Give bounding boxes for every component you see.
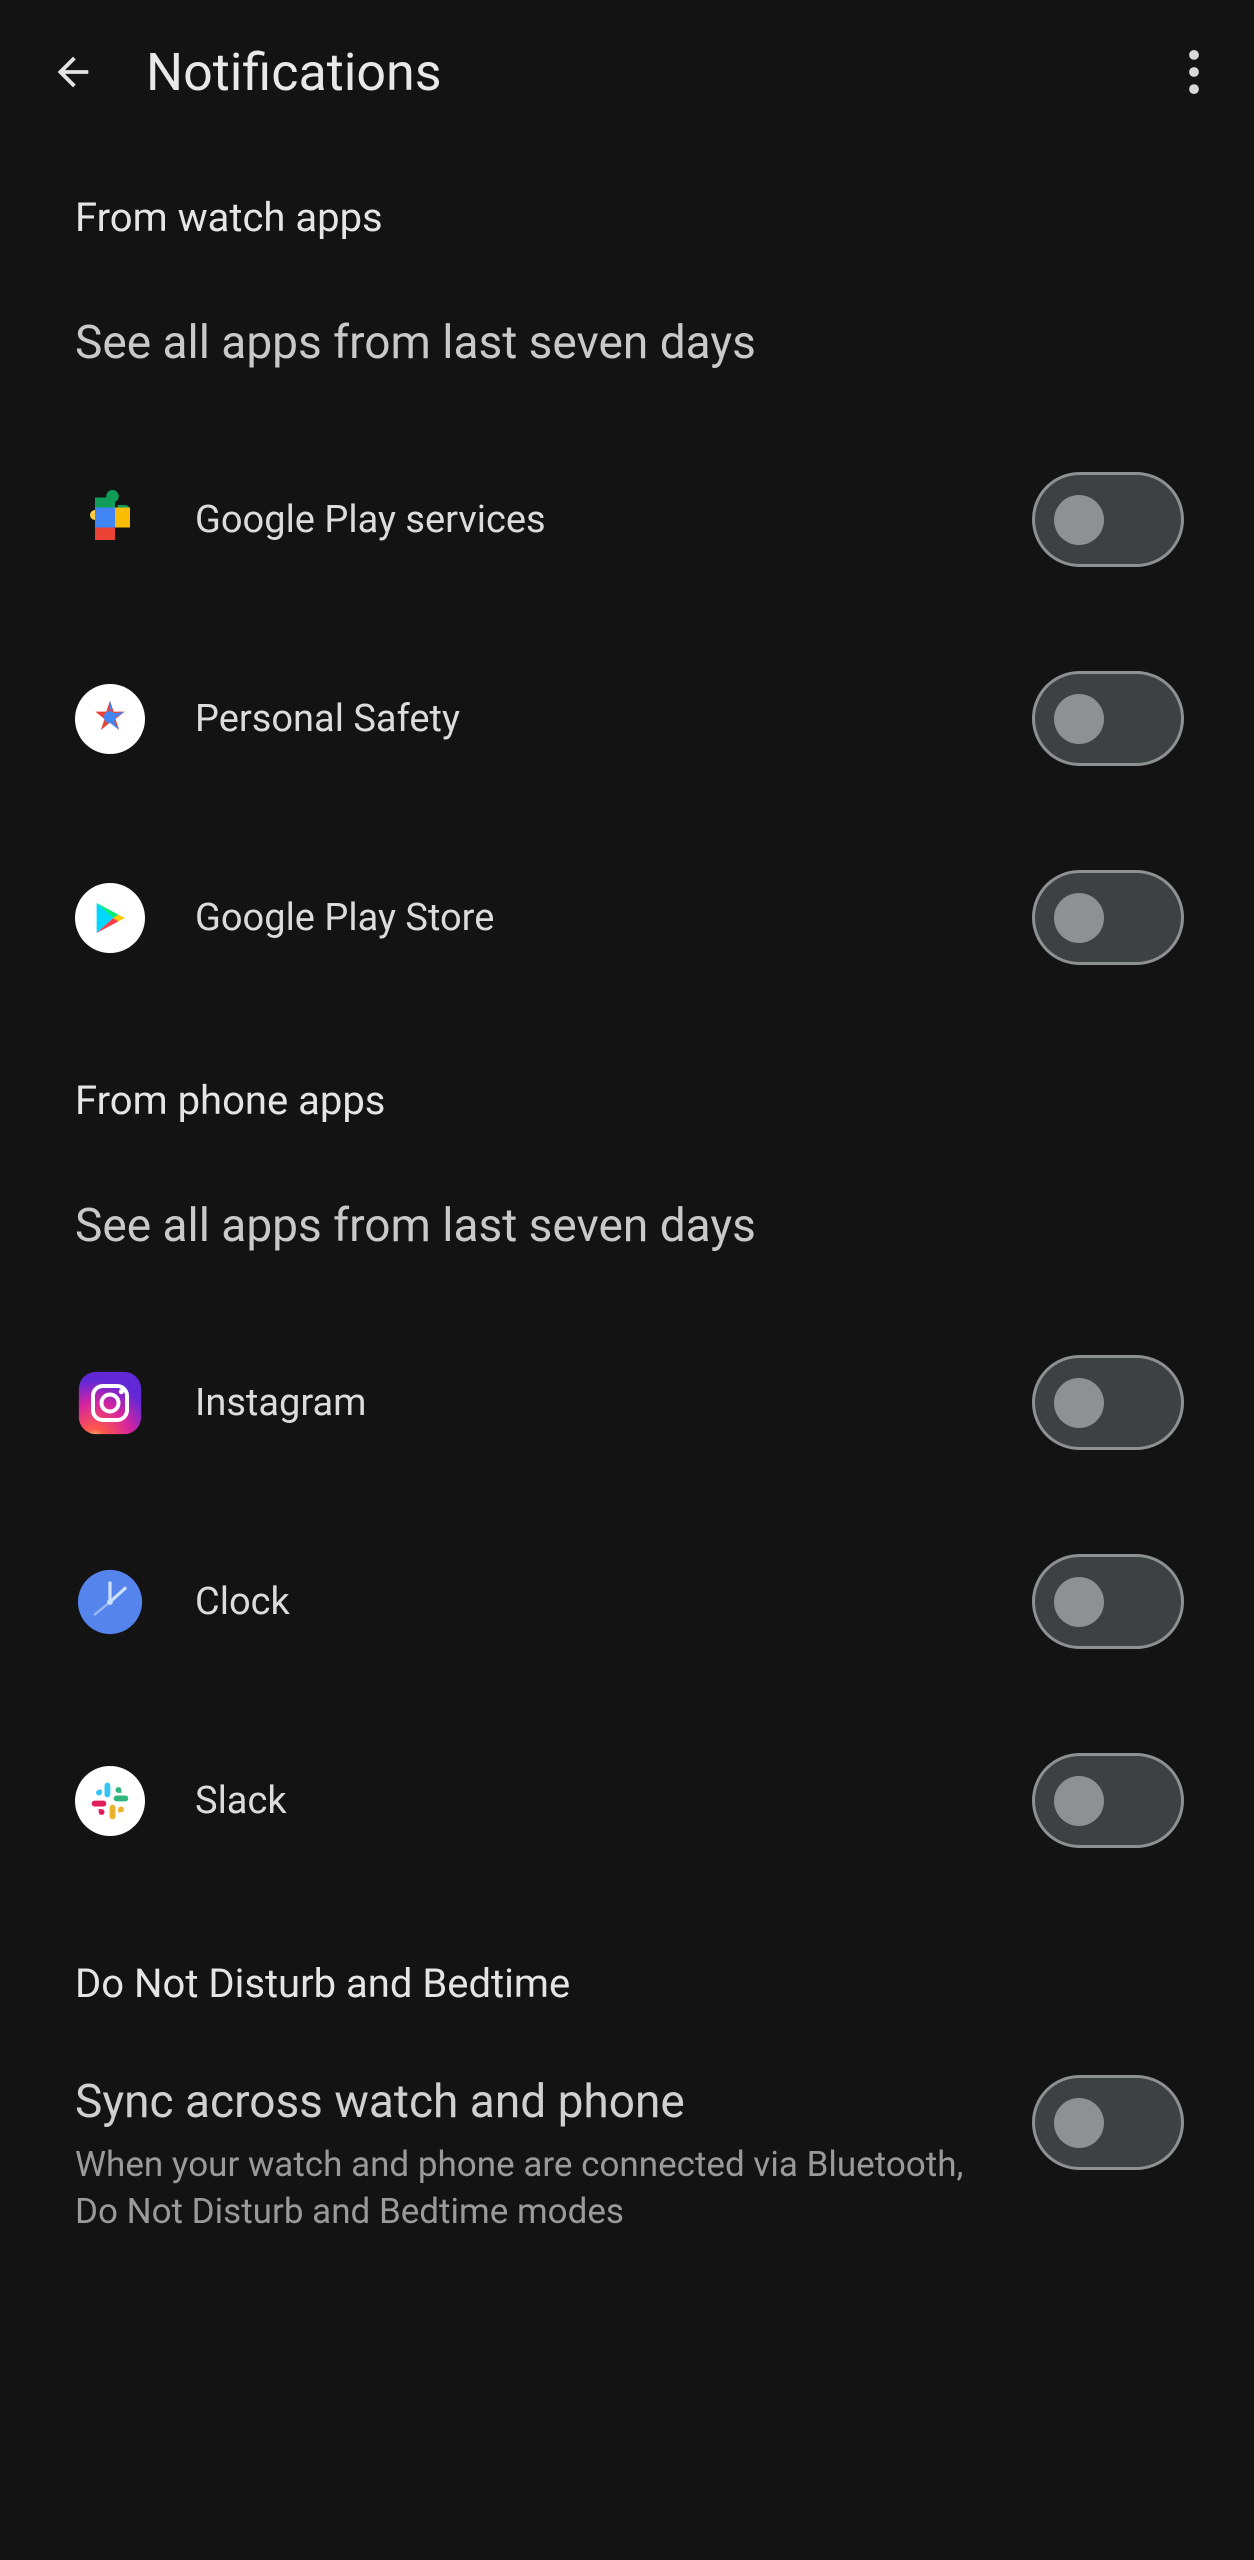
sync-description: When your watch and phone are connected …	[75, 2141, 992, 2236]
clock-icon	[75, 1567, 145, 1637]
more-vert-icon	[1189, 50, 1199, 94]
google-play-services-icon	[75, 485, 145, 555]
toggle-thumb	[1054, 694, 1104, 744]
toggle-thumb	[1054, 1776, 1104, 1826]
slack-icon	[75, 1766, 145, 1836]
instagram-icon	[75, 1368, 145, 1438]
app-row-slack[interactable]: Slack	[0, 1701, 1254, 1900]
page-title: Notifications	[146, 42, 1129, 103]
app-name-label: Google Play services	[195, 498, 982, 542]
app-name-label: Personal Safety	[195, 697, 982, 741]
toggle-thumb	[1054, 495, 1104, 545]
toggle-sync[interactable]	[1032, 2075, 1184, 2170]
see-all-watch-apps-link[interactable]: See all apps from last seven days	[0, 271, 1254, 420]
app-row-instagram[interactable]: Instagram	[0, 1303, 1254, 1502]
toggle-google-play-store[interactable]	[1032, 870, 1184, 965]
toggle-instagram[interactable]	[1032, 1355, 1184, 1450]
toggle-thumb	[1054, 2098, 1104, 2148]
app-row-google-play-store[interactable]: Google Play Store	[0, 818, 1254, 1017]
google-play-store-icon	[75, 883, 145, 953]
section-watch-apps-label: From watch apps	[0, 134, 1254, 271]
app-row-google-play-services[interactable]: Google Play services	[0, 420, 1254, 619]
arrow-left-icon	[50, 49, 96, 95]
toggle-google-play-services[interactable]	[1032, 472, 1184, 567]
see-all-phone-apps-link[interactable]: See all apps from last seven days	[0, 1154, 1254, 1303]
personal-safety-icon	[75, 684, 145, 754]
app-row-clock[interactable]: Clock	[0, 1502, 1254, 1701]
toggle-clock[interactable]	[1032, 1554, 1184, 1649]
section-phone-apps-label: From phone apps	[0, 1017, 1254, 1154]
sync-text-block: Sync across watch and phone When your wa…	[75, 2075, 992, 2236]
toggle-slack[interactable]	[1032, 1753, 1184, 1848]
app-name-label: Google Play Store	[195, 896, 982, 940]
app-name-label: Instagram	[195, 1381, 982, 1425]
section-dnd-bedtime-label: Do Not Disturb and Bedtime	[0, 1900, 1254, 2037]
app-row-personal-safety[interactable]: Personal Safety	[0, 619, 1254, 818]
toggle-thumb	[1054, 1577, 1104, 1627]
back-button[interactable]	[50, 49, 96, 95]
sync-setting-row[interactable]: Sync across watch and phone When your wa…	[0, 2037, 1254, 2236]
overflow-menu-button[interactable]	[1179, 40, 1209, 104]
toggle-thumb	[1054, 1378, 1104, 1428]
toggle-thumb	[1054, 893, 1104, 943]
app-name-label: Clock	[195, 1580, 982, 1624]
toggle-personal-safety[interactable]	[1032, 671, 1184, 766]
sync-title: Sync across watch and phone	[75, 2075, 992, 2129]
header: Notifications	[0, 0, 1254, 134]
app-name-label: Slack	[195, 1779, 982, 1823]
